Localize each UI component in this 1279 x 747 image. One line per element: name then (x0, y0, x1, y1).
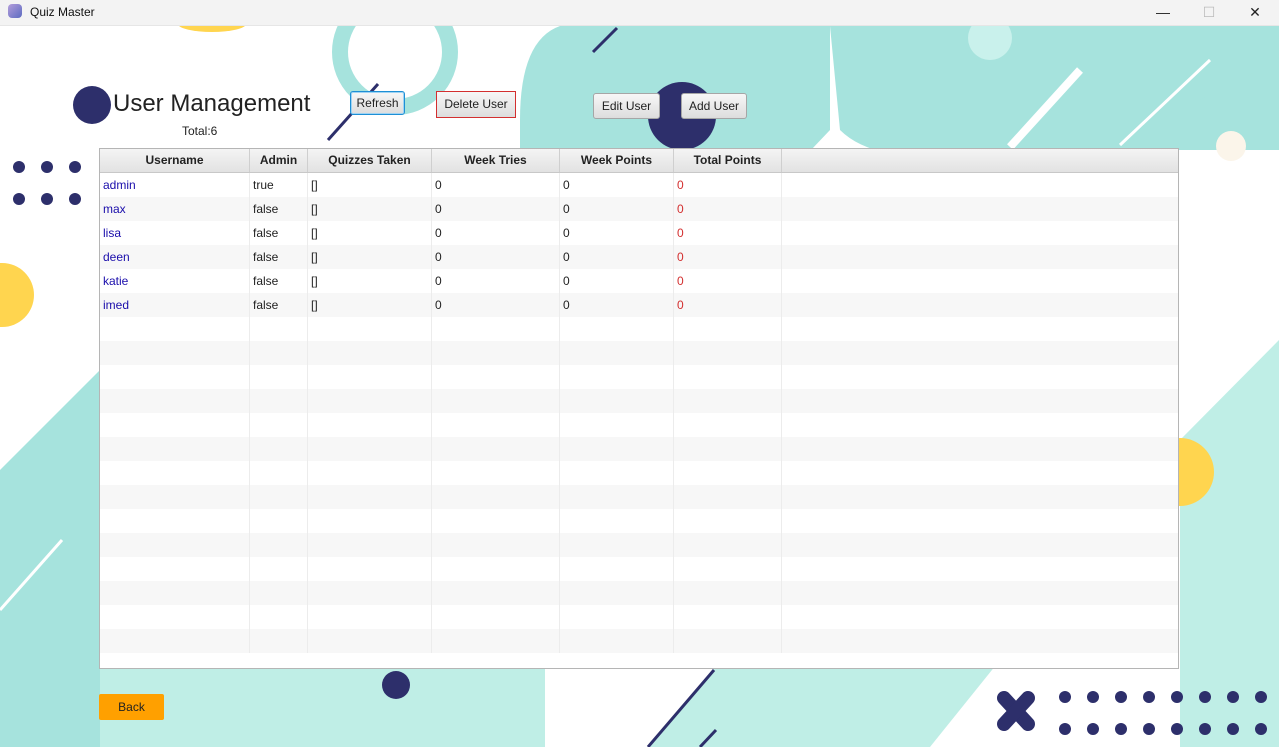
table-row[interactable]: imed false [] 0 0 0 (100, 293, 1178, 317)
empty-row (100, 509, 1178, 533)
delete-user-button[interactable]: Delete User (436, 91, 516, 118)
cell-username: lisa (100, 221, 250, 245)
empty-row (100, 533, 1178, 557)
cell-admin: false (250, 293, 308, 317)
total-count: Total:6 (182, 124, 218, 138)
cell-admin: false (250, 269, 308, 293)
empty-row (100, 365, 1178, 389)
add-user-button[interactable]: Add User (681, 93, 747, 119)
empty-row (100, 557, 1178, 581)
users-table[interactable]: Username Admin Quizzes Taken Week Tries … (99, 148, 1179, 669)
cell-total-points: 0 (674, 269, 782, 293)
cell-quizzes-taken: [] (308, 245, 432, 269)
cell-admin: false (250, 221, 308, 245)
cell-filler (782, 269, 1178, 293)
table-row[interactable]: katie false [] 0 0 0 (100, 269, 1178, 293)
table-row[interactable]: admin true [] 0 0 0 (100, 173, 1178, 197)
table-row[interactable]: lisa false [] 0 0 0 (100, 221, 1178, 245)
column-header-quizzes-taken[interactable]: Quizzes Taken (308, 149, 432, 172)
cell-filler (782, 173, 1178, 197)
cell-week-tries: 0 (432, 269, 560, 293)
cell-quizzes-taken: [] (308, 173, 432, 197)
refresh-button[interactable]: Refresh (350, 91, 405, 115)
cell-quizzes-taken: [] (308, 293, 432, 317)
table-header: Username Admin Quizzes Taken Week Tries … (100, 149, 1178, 173)
table-body: admin true [] 0 0 0 max false [] 0 0 0 l… (100, 173, 1178, 653)
maximize-button[interactable]: ☐ (1186, 0, 1232, 25)
column-header-total-points[interactable]: Total Points (674, 149, 782, 172)
cell-admin: true (250, 173, 308, 197)
empty-row (100, 341, 1178, 365)
cell-total-points: 0 (674, 197, 782, 221)
cell-filler (782, 293, 1178, 317)
empty-row (100, 629, 1178, 653)
cell-week-points: 0 (560, 245, 674, 269)
edit-user-button[interactable]: Edit User (593, 93, 660, 119)
cell-admin: false (250, 245, 308, 269)
empty-row (100, 485, 1178, 509)
minimize-button[interactable]: — (1140, 0, 1186, 25)
cell-username: imed (100, 293, 250, 317)
cell-username: katie (100, 269, 250, 293)
empty-row (100, 581, 1178, 605)
cell-quizzes-taken: [] (308, 221, 432, 245)
cell-filler (782, 221, 1178, 245)
cell-quizzes-taken: [] (308, 197, 432, 221)
empty-row (100, 317, 1178, 341)
column-header-week-points[interactable]: Week Points (560, 149, 674, 172)
table-row[interactable]: deen false [] 0 0 0 (100, 245, 1178, 269)
cell-total-points: 0 (674, 221, 782, 245)
cell-admin: false (250, 197, 308, 221)
cell-total-points: 0 (674, 293, 782, 317)
cell-total-points: 0 (674, 245, 782, 269)
cell-total-points: 0 (674, 173, 782, 197)
cell-filler (782, 245, 1178, 269)
column-header-username[interactable]: Username (100, 149, 250, 172)
cell-quizzes-taken: [] (308, 269, 432, 293)
app-icon (8, 4, 22, 18)
empty-row (100, 605, 1178, 629)
column-header-week-tries[interactable]: Week Tries (432, 149, 560, 172)
cell-week-tries: 0 (432, 173, 560, 197)
title-bar: Quiz Master — ☐ ✕ (0, 0, 1279, 26)
page-title: User Management (113, 90, 311, 117)
cell-week-tries: 0 (432, 245, 560, 269)
cell-week-points: 0 (560, 197, 674, 221)
cell-filler (782, 197, 1178, 221)
cell-week-tries: 0 (432, 197, 560, 221)
column-header-admin[interactable]: Admin (250, 149, 308, 172)
cell-week-points: 0 (560, 269, 674, 293)
cell-week-points: 0 (560, 293, 674, 317)
cell-username: max (100, 197, 250, 221)
close-button[interactable]: ✕ (1232, 0, 1278, 25)
empty-row (100, 389, 1178, 413)
empty-row (100, 437, 1178, 461)
cell-week-tries: 0 (432, 221, 560, 245)
back-button[interactable]: Back (99, 694, 164, 720)
table-row[interactable]: max false [] 0 0 0 (100, 197, 1178, 221)
window-title: Quiz Master (30, 5, 95, 19)
cell-week-points: 0 (560, 173, 674, 197)
cell-username: deen (100, 245, 250, 269)
empty-row (100, 461, 1178, 485)
cell-username: admin (100, 173, 250, 197)
cell-week-points: 0 (560, 221, 674, 245)
cell-week-tries: 0 (432, 293, 560, 317)
empty-row (100, 413, 1178, 437)
column-header-filler (782, 149, 1178, 172)
